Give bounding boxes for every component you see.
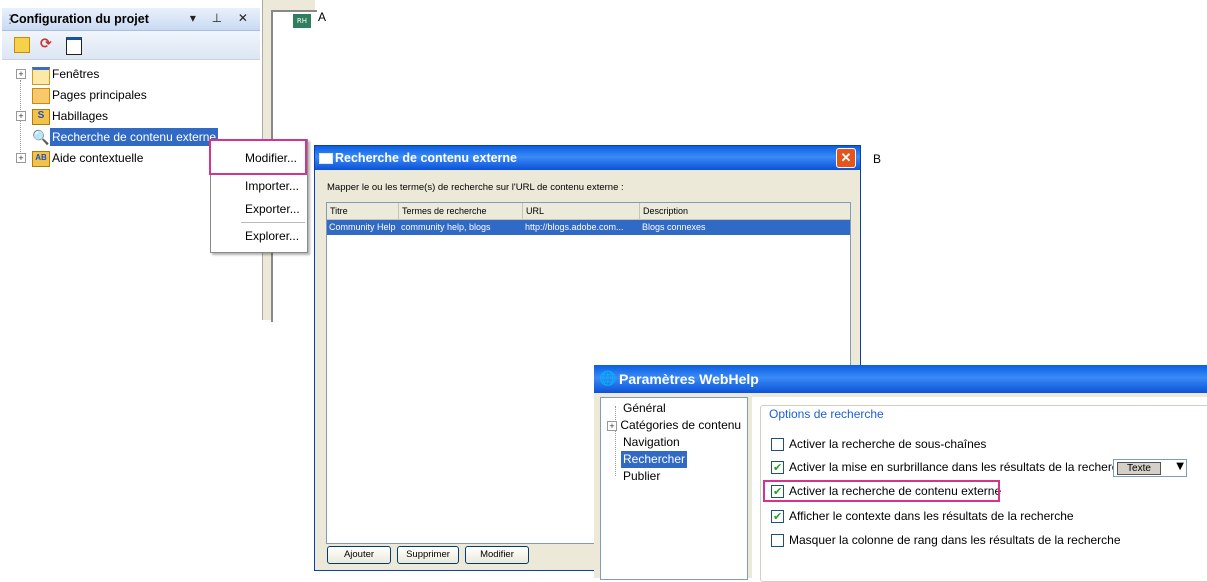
dialog-title: Recherche de contenu externe	[335, 151, 518, 165]
dialog-title-bar: 🌐 Paramètres WebHelp	[594, 365, 1207, 393]
delete-button[interactable]: Supprimer	[397, 546, 459, 564]
cell-description: Blogs connexes	[642, 222, 706, 232]
menu-item-label: Exporter...	[245, 202, 300, 216]
checkbox[interactable]	[771, 534, 784, 547]
search-icon: 🔍	[32, 129, 50, 145]
column-header-title[interactable]: Titre	[327, 203, 399, 219]
new-item-icon[interactable]	[14, 37, 30, 53]
highlight-box-external-search	[763, 480, 1000, 502]
panel-title-bar: ⋮ Configuration du projet ▾ ⊥ ✕	[2, 8, 260, 31]
callout-a: A	[318, 10, 327, 24]
highlight-box-modify	[209, 139, 307, 175]
menu-item-explore[interactable]: Explorer...	[211, 226, 307, 246]
context-help-icon: AB	[32, 151, 50, 167]
checkbox[interactable]	[771, 508, 784, 526]
window-icon[interactable]	[66, 37, 82, 55]
edit-button[interactable]: Modifier	[465, 546, 529, 564]
chevron-down-icon[interactable]: ▼	[1176, 461, 1184, 472]
mapping-prompt: Mapper le ou les terme(s) de recherche s…	[327, 182, 624, 193]
menu-item-import[interactable]: Importer...	[211, 176, 307, 196]
menu-item-label: Explorer...	[245, 229, 300, 243]
menu-separator	[241, 222, 305, 223]
panel-title: Configuration du projet	[10, 12, 149, 26]
cell-url: http://blogs.adobe.com...	[525, 222, 624, 232]
master-pages-icon	[32, 88, 50, 104]
checkbox[interactable]	[771, 438, 784, 451]
nav-item-navigation[interactable]: Navigation	[623, 434, 680, 451]
expand-icon[interactable]: +	[607, 421, 617, 431]
group-title: Options de recherche	[767, 407, 886, 421]
window-icon	[319, 153, 333, 164]
cell-terms: community help, blogs	[401, 222, 491, 232]
panel-controls[interactable]: ▾ ⊥ ✕	[190, 11, 254, 25]
nav-item-content-categories[interactable]: + Catégories de contenu	[607, 417, 741, 434]
skins-icon: S	[32, 109, 50, 125]
project-configuration-panel: ⋮ Configuration du projet ▾ ⊥ ✕ ⟳ + Fenê…	[0, 0, 262, 578]
table-header: Titre Termes de recherche URL Descriptio…	[327, 203, 850, 220]
highlight-color-dropdown[interactable]: Texte ▼	[1113, 459, 1187, 477]
column-header-description[interactable]: Description	[640, 203, 850, 219]
nav-item-label: Catégories de contenu	[620, 418, 742, 432]
expand-icon[interactable]: +	[16, 153, 26, 163]
menu-item-export[interactable]: Exporter...	[211, 199, 307, 219]
menu-item-label: Importer...	[245, 179, 300, 193]
expand-icon[interactable]: +	[16, 111, 26, 121]
close-button[interactable]: ✕	[836, 148, 856, 168]
tree-item-label: Fenêtres	[52, 67, 100, 81]
tree-item-label: Pages principales	[52, 88, 147, 102]
highlight-color-value: Texte	[1117, 462, 1161, 475]
nav-item-general[interactable]: Général	[623, 400, 666, 417]
checkbox[interactable]	[771, 459, 784, 477]
table-row[interactable]: Community Help community help, blogs htt…	[327, 220, 850, 235]
expand-icon[interactable]: +	[16, 69, 26, 79]
folder-window-icon	[32, 67, 50, 85]
globe-icon: 🌐	[599, 370, 617, 386]
option-label: Activer la recherche de sous-chaînes	[789, 437, 987, 451]
tree-item-label: Habillages	[52, 109, 109, 123]
refresh-icon[interactable]: ⟳	[40, 37, 54, 51]
column-header-url[interactable]: URL	[523, 203, 640, 219]
dialog-title-bar: Recherche de contenu externe ✕	[315, 146, 860, 170]
settings-nav-tree: Général + Catégories de contenu Navigati…	[600, 397, 748, 580]
tree-item-label: Aide contextuelle	[52, 151, 144, 165]
add-button[interactable]: Ajouter	[327, 546, 391, 564]
nav-item-publish[interactable]: Publier	[623, 468, 660, 485]
document-tab-icon[interactable]: RH	[293, 14, 311, 28]
option-label: Masquer la colonne de rang dans les résu…	[789, 533, 1121, 547]
callout-b: B	[873, 152, 882, 166]
option-label: Activer la mise en surbrillance dans les…	[789, 460, 1132, 474]
column-header-terms[interactable]: Termes de recherche	[399, 203, 523, 219]
tree-item-label: Recherche de contenu externe	[50, 128, 219, 146]
cell-title: Community Help	[329, 222, 396, 232]
nav-item-search[interactable]: Rechercher	[621, 451, 688, 468]
dialog-title: Paramètres WebHelp	[619, 371, 759, 387]
option-label: Afficher le contexte dans les résultats …	[789, 509, 1074, 523]
panel-toolbar: ⟳	[2, 31, 260, 60]
